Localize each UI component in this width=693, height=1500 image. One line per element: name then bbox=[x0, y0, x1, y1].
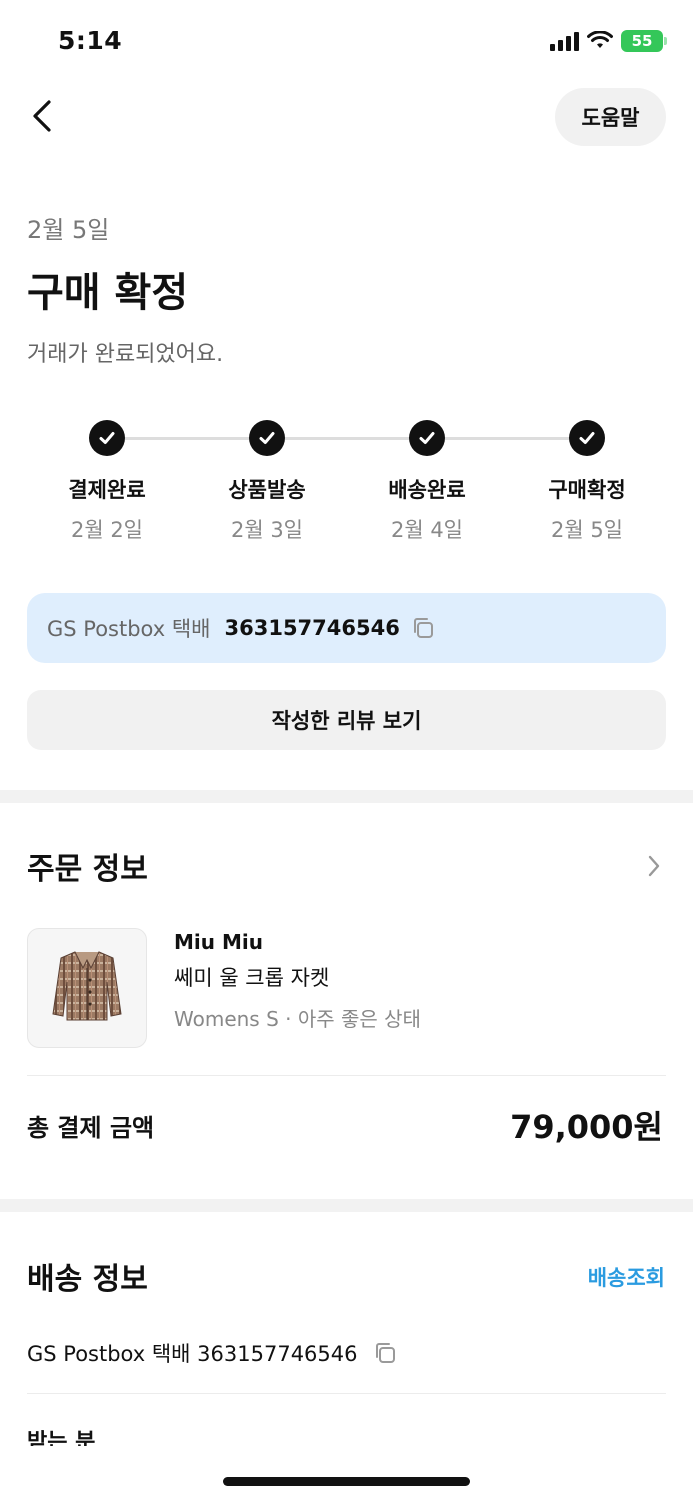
check-icon bbox=[409, 420, 445, 456]
recipient-label: 받는 분 bbox=[27, 1430, 96, 1446]
step-confirmed: 구매확정 2월 5일 bbox=[507, 420, 667, 544]
step-label: 결제완료 bbox=[68, 478, 146, 502]
step-date: 2월 2일 bbox=[70, 518, 144, 542]
shipping-section-title: 배송 정보 bbox=[27, 1262, 148, 1297]
step-date: 2월 4일 bbox=[390, 518, 464, 542]
step-delivered: 배송완료 2월 4일 bbox=[347, 420, 507, 544]
page-subtitle: 거래가 완료되었어요. bbox=[27, 342, 224, 367]
check-icon bbox=[569, 420, 605, 456]
help-button[interactable]: 도움말 bbox=[555, 88, 666, 146]
section-divider bbox=[0, 1199, 693, 1212]
step-date: 2월 3일 bbox=[230, 518, 304, 542]
check-icon bbox=[249, 420, 285, 456]
product-meta: Womens S · 아주 좋은 상태 bbox=[174, 1007, 421, 1031]
copy-icon[interactable] bbox=[372, 1340, 398, 1366]
divider bbox=[27, 1075, 666, 1076]
step-label: 구매확정 bbox=[548, 478, 626, 502]
total-value: 79,000원 bbox=[510, 1108, 663, 1146]
section-divider bbox=[0, 790, 693, 803]
step-label: 배송완료 bbox=[388, 478, 466, 502]
jacket-image bbox=[52, 951, 122, 1021]
wifi-icon bbox=[587, 31, 613, 48]
status-time: 5:14 bbox=[58, 26, 123, 55]
shipping-tracking-line: GS Postbox 택배 363157746546 bbox=[27, 1338, 398, 1368]
total-label: 총 결제 금액 bbox=[27, 1114, 155, 1142]
step-shipped: 상품발송 2월 3일 bbox=[187, 420, 347, 544]
home-indicator bbox=[223, 1477, 470, 1486]
tracking-number: 363157746546 bbox=[224, 616, 400, 640]
shipping-tracking-text: GS Postbox 택배 363157746546 bbox=[27, 1342, 358, 1366]
tracking-carrier: GS Postbox 택배 bbox=[47, 617, 211, 641]
copy-icon[interactable] bbox=[410, 615, 436, 641]
step-label: 상품발송 bbox=[228, 478, 306, 502]
divider bbox=[27, 1393, 666, 1394]
status-bar: 5:14 55 bbox=[0, 0, 693, 80]
order-progress: 결제완료 2월 2일 상품발송 2월 3일 배송완료 2월 4일 구매확정 2월… bbox=[27, 420, 666, 542]
status-date: 2월 5일 bbox=[27, 216, 110, 244]
step-date: 2월 5일 bbox=[550, 518, 624, 542]
product-name: 쎄미 울 크롭 자켓 bbox=[174, 966, 330, 990]
product-image[interactable] bbox=[27, 928, 147, 1048]
check-icon bbox=[89, 420, 125, 456]
back-button[interactable] bbox=[20, 94, 64, 138]
battery-icon: 55 bbox=[621, 30, 667, 52]
order-section-title: 주문 정보 bbox=[27, 852, 148, 887]
cellular-signal-icon bbox=[550, 31, 579, 51]
page-title: 구매 확정 bbox=[27, 270, 189, 316]
chevron-left-icon bbox=[33, 100, 51, 132]
tracking-card: GS Postbox 택배 363157746546 bbox=[27, 593, 666, 663]
battery-level: 55 bbox=[631, 32, 653, 50]
chevron-right-icon bbox=[648, 855, 660, 877]
view-review-button[interactable]: 작성한 리뷰 보기 bbox=[27, 690, 666, 750]
order-detail-button[interactable] bbox=[642, 852, 666, 880]
track-delivery-link[interactable]: 배송조회 bbox=[588, 1262, 665, 1292]
step-payment: 결제완료 2월 2일 bbox=[27, 420, 187, 544]
product-brand: Miu Miu bbox=[174, 930, 263, 954]
status-icons: 55 bbox=[550, 30, 667, 52]
